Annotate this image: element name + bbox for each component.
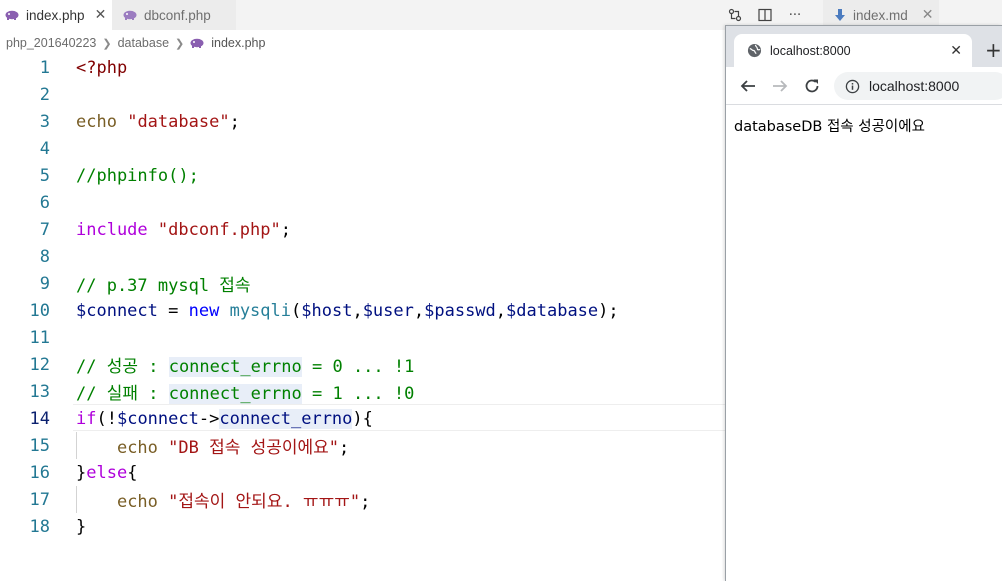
code-line: 2 bbox=[0, 81, 726, 108]
code-text: include "dbconf.php"; bbox=[76, 219, 291, 240]
php-elephant-icon bbox=[5, 10, 19, 20]
code-text: // 성공 : connect_errno = 0 ... !1 bbox=[76, 357, 415, 377]
code-line: 7 include "dbconf.php"; bbox=[0, 216, 726, 243]
line-number: 14 bbox=[29, 408, 50, 429]
more-actions-icon[interactable]: ··· bbox=[786, 6, 804, 24]
code-line: 1 <?php bbox=[0, 54, 726, 81]
line-number: 1 bbox=[39, 57, 50, 78]
code-text: <?php bbox=[76, 57, 128, 78]
open-changes-icon[interactable] bbox=[726, 6, 744, 24]
line-number: 17 bbox=[29, 489, 50, 510]
new-tab-button[interactable]: + bbox=[985, 38, 1002, 62]
code-text: //phpinfo(); bbox=[76, 165, 199, 186]
line-number: 11 bbox=[29, 327, 50, 348]
code-line: 5 //phpinfo(); bbox=[0, 162, 726, 189]
close-icon[interactable]: ✕ bbox=[95, 7, 107, 23]
code-text: }else{ bbox=[76, 462, 138, 483]
tab-label: index.php bbox=[26, 7, 85, 23]
code-line: 9 // p.37 mysql 접속 bbox=[0, 270, 726, 297]
tab-label: dbconf.php bbox=[144, 7, 211, 23]
word-highlight: connect_errno bbox=[168, 357, 302, 377]
browser-window: localhost:8000 ✕ + localhost:8000 databa… bbox=[725, 25, 1002, 581]
word-highlight: connect_errno bbox=[219, 408, 353, 429]
code-line: 6 bbox=[0, 189, 726, 216]
browser-toolbar: localhost:8000 bbox=[726, 67, 1002, 105]
close-icon[interactable]: ✕ bbox=[950, 43, 962, 59]
code-line: 11 bbox=[0, 324, 726, 351]
line-number: 3 bbox=[39, 111, 50, 132]
breadcrumb-file[interactable]: index.php bbox=[190, 36, 265, 50]
back-arrow-icon[interactable] bbox=[738, 76, 758, 96]
code-line: 18 } bbox=[0, 513, 726, 540]
browser-tab[interactable]: localhost:8000 ✕ bbox=[734, 34, 972, 67]
globe-icon bbox=[747, 43, 762, 58]
word-highlight: connect_errno bbox=[168, 384, 302, 404]
line-number: 4 bbox=[39, 138, 50, 159]
code-line: 8 bbox=[0, 243, 726, 270]
url-text: localhost:8000 bbox=[869, 78, 960, 94]
code-line: 3 echo "database"; bbox=[0, 108, 726, 135]
code-text: } bbox=[76, 516, 87, 537]
tab-index-php[interactable]: index.php ✕ bbox=[0, 0, 112, 30]
code-line: 4 bbox=[0, 135, 726, 162]
code-text: echo "DB 접속 성공이에요"; bbox=[116, 438, 350, 458]
code-text: if(!$connect->connect_errno){ bbox=[76, 408, 373, 429]
download-arrow-icon bbox=[835, 9, 845, 21]
code-line: 12 // 성공 : connect_errno = 0 ... !1 bbox=[0, 351, 726, 378]
code-line: 17 echo "접속이 안되요. ㅠㅠㅠ"; bbox=[0, 486, 726, 513]
forward-arrow-icon[interactable] bbox=[770, 76, 790, 96]
code-text: echo "database"; bbox=[76, 111, 240, 132]
code-text: $connect = new mysqli($host,$user,$passw… bbox=[76, 300, 619, 321]
line-number: 2 bbox=[39, 84, 50, 105]
code-text: echo "접속이 안되요. ㅠㅠㅠ"; bbox=[116, 492, 371, 512]
breadcrumb-folder[interactable]: database bbox=[118, 36, 169, 50]
line-number: 8 bbox=[39, 246, 50, 267]
line-number: 9 bbox=[39, 273, 50, 294]
code-editor[interactable]: 1 <?php 2 3 echo "database"; 4 5 //phpin… bbox=[0, 54, 726, 540]
php-elephant-icon bbox=[123, 10, 137, 20]
browser-tab-strip: localhost:8000 ✕ + bbox=[726, 26, 1002, 67]
line-number: 10 bbox=[29, 300, 50, 321]
line-number: 16 bbox=[29, 462, 50, 483]
tab-dbconf-php[interactable]: dbconf.php bbox=[112, 0, 236, 30]
line-number: 13 bbox=[29, 381, 50, 402]
code-line: 16 }else{ bbox=[0, 459, 726, 486]
code-line: 15 echo "DB 접속 성공이에요"; bbox=[0, 432, 726, 459]
split-editor-icon[interactable] bbox=[756, 6, 774, 24]
code-line: 13 // 실패 : connect_errno = 1 ... !0 bbox=[0, 378, 726, 405]
line-number: 5 bbox=[39, 165, 50, 186]
line-number: 7 bbox=[39, 219, 50, 240]
address-bar[interactable]: localhost:8000 bbox=[834, 72, 1002, 100]
line-number: 15 bbox=[29, 435, 50, 456]
reload-icon[interactable] bbox=[802, 76, 822, 96]
page-output-text: databaseDB 접속 성공이에요 bbox=[734, 119, 925, 135]
code-line-active: 14 if(!$connect->connect_errno){ bbox=[0, 404, 726, 432]
close-icon[interactable]: ✕ bbox=[922, 7, 934, 23]
code-line: 10 $connect = new mysqli($host,$user,$pa… bbox=[0, 297, 726, 324]
breadcrumb: php_201640223 ❯ database ❯ index.php bbox=[6, 34, 265, 52]
line-number: 6 bbox=[39, 192, 50, 213]
code-text: // 실패 : connect_errno = 1 ... !0 bbox=[76, 384, 415, 404]
line-number: 18 bbox=[29, 516, 50, 537]
chevron-right-icon: ❯ bbox=[175, 37, 185, 50]
browser-tab-title: localhost:8000 bbox=[770, 43, 851, 58]
line-number: 12 bbox=[29, 354, 50, 375]
tab-label: index.md bbox=[853, 7, 908, 23]
code-text: // p.37 mysql 접속 bbox=[76, 276, 251, 296]
breadcrumb-folder[interactable]: php_201640223 bbox=[6, 36, 96, 50]
breadcrumb-file-label: index.php bbox=[211, 36, 266, 50]
php-elephant-icon bbox=[190, 38, 204, 48]
info-icon[interactable] bbox=[845, 79, 860, 94]
chevron-right-icon: ❯ bbox=[102, 37, 112, 50]
